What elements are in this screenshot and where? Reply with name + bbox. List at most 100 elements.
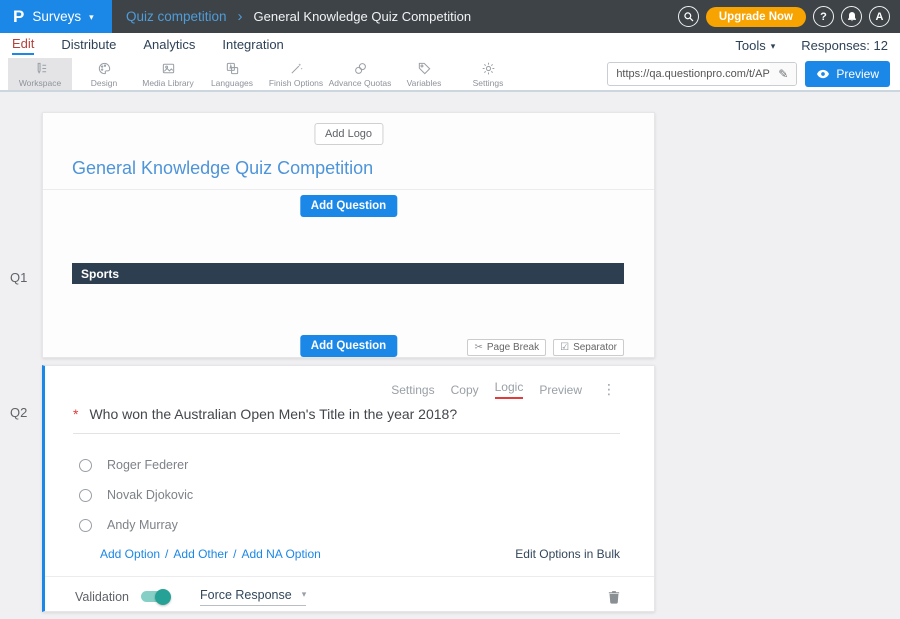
- chevron-right-icon: ›: [238, 8, 243, 25]
- preview-label: Preview: [836, 67, 879, 81]
- checkbox-icon: ☑: [560, 342, 569, 353]
- option-label[interactable]: Andy Murray: [107, 518, 178, 532]
- question-card-q2: Settings Copy Logic Preview ⋮ * Who won …: [42, 365, 655, 612]
- topbar-actions: Upgrade Now ? A: [678, 6, 890, 27]
- divider: [45, 576, 654, 577]
- section-nav: Edit Distribute Analytics Integration To…: [0, 33, 900, 58]
- breadcrumb-parent-link[interactable]: Quiz competition: [126, 9, 227, 24]
- tab-analytics[interactable]: Analytics: [143, 37, 195, 54]
- question-menu-preview[interactable]: Preview: [539, 383, 582, 397]
- question-number-q1: Q1: [10, 270, 27, 285]
- question-menu: Settings Copy Logic Preview ⋮: [391, 380, 616, 399]
- validation-toggle[interactable]: [141, 591, 168, 602]
- question-row: * Who won the Australian Open Men's Titl…: [73, 406, 457, 422]
- option-label[interactable]: Novak Djokovic: [107, 488, 193, 502]
- section-header-q1[interactable]: Sports: [72, 263, 624, 284]
- toggle-knob: [155, 589, 171, 605]
- insert-controls: ✂ Page Break ☑ Separator: [467, 339, 624, 356]
- toolbar-item-label: Advance Quotas: [329, 78, 392, 88]
- nav-right: Tools ▾ Responses: 12: [735, 38, 888, 53]
- toolbar-item-workspace[interactable]: Workspace: [8, 58, 72, 90]
- page-break-button[interactable]: ✂ Page Break: [467, 339, 546, 356]
- validation-type-dropdown[interactable]: Force Response ▾: [200, 588, 306, 606]
- caret-down-icon: ▾: [302, 589, 307, 600]
- more-options-icon[interactable]: ⋮: [602, 381, 616, 398]
- radio-button[interactable]: [79, 519, 92, 532]
- question-text[interactable]: Who won the Australian Open Men's Title …: [89, 406, 457, 422]
- tools-label: Tools: [735, 38, 765, 53]
- question-menu-logic[interactable]: Logic: [495, 380, 524, 399]
- add-question-button-bottom[interactable]: Add Question: [300, 335, 397, 357]
- toolbar-item-label: Settings: [473, 78, 504, 88]
- delete-question-button[interactable]: [608, 590, 620, 604]
- product-menu[interactable]: P Surveys ▾: [0, 0, 112, 33]
- product-label: Surveys: [32, 9, 81, 24]
- notifications-button[interactable]: [841, 6, 862, 27]
- radio-button[interactable]: [79, 489, 92, 502]
- option-label[interactable]: Roger Federer: [107, 458, 188, 472]
- edit-options-in-bulk-link[interactable]: Edit Options in Bulk: [515, 547, 620, 561]
- validation-type-value: Force Response: [200, 588, 292, 602]
- toolbar-item-label: Variables: [407, 78, 442, 88]
- separator-button[interactable]: ☑ Separator: [553, 339, 624, 356]
- survey-title[interactable]: General Knowledge Quiz Competition: [72, 158, 373, 179]
- gear-icon: [481, 61, 496, 76]
- toolbar-item-design[interactable]: Design: [72, 58, 136, 90]
- breadcrumb: Quiz competition › General Knowledge Qui…: [126, 8, 471, 25]
- add-other-link[interactable]: Add Other: [173, 547, 228, 561]
- image-icon: [161, 61, 176, 76]
- required-asterisk: *: [73, 406, 78, 422]
- preview-button[interactable]: Preview: [805, 61, 890, 87]
- tab-edit[interactable]: Edit: [12, 36, 34, 55]
- add-question-button-top[interactable]: Add Question: [300, 195, 397, 217]
- tools-menu[interactable]: Tools ▾: [735, 38, 775, 53]
- toolbar-item-media-library[interactable]: Media Library: [136, 58, 200, 90]
- toolbar-item-settings[interactable]: Settings: [456, 58, 520, 90]
- validation-label: Validation: [75, 590, 129, 604]
- add-logo-button[interactable]: Add Logo: [314, 123, 383, 145]
- pencil-icon: ✎: [778, 67, 788, 81]
- add-option-link[interactable]: Add Option: [100, 547, 160, 561]
- caret-down-icon: ▾: [771, 41, 776, 52]
- workspace-icon: [33, 61, 48, 76]
- chain-links-icon: [353, 61, 368, 76]
- caret-down-icon: ▾: [89, 12, 94, 23]
- translate-icon: [225, 61, 240, 76]
- trash-icon: [608, 590, 620, 604]
- top-bar: P Surveys ▾ Quiz competition › General K…: [0, 0, 900, 33]
- page-break-label: Page Break: [487, 342, 539, 353]
- responses-link[interactable]: Responses: 12: [801, 38, 888, 53]
- validation-row: Validation Force Response ▾: [75, 583, 624, 610]
- help-button[interactable]: ?: [813, 6, 834, 27]
- search-button[interactable]: [678, 6, 699, 27]
- editor-toolbar: Workspace Design Media Library Languages…: [0, 58, 900, 92]
- edit-url-button[interactable]: ✎: [770, 62, 796, 86]
- tab-integration[interactable]: Integration: [222, 37, 283, 54]
- divider: [43, 189, 654, 190]
- question-menu-copy[interactable]: Copy: [451, 383, 479, 397]
- toolbar-item-label: Finish Options: [269, 78, 323, 88]
- toolbar-item-label: Workspace: [19, 78, 61, 88]
- option-row: Andy Murray: [79, 510, 193, 540]
- survey-card: Add Logo General Knowledge Quiz Competit…: [42, 112, 655, 358]
- avatar[interactable]: A: [869, 6, 890, 27]
- toolbar-item-variables[interactable]: Variables: [392, 58, 456, 90]
- toolbar-right: ✎ Preview: [607, 58, 900, 90]
- toolbar-item-advance-quotas[interactable]: Advance Quotas: [328, 58, 392, 90]
- question-number-q2: Q2: [10, 405, 27, 420]
- survey-url-input[interactable]: [608, 68, 770, 80]
- upgrade-button[interactable]: Upgrade Now: [706, 7, 806, 27]
- avatar-initial: A: [876, 11, 884, 23]
- toolbar-item-languages[interactable]: Languages: [200, 58, 264, 90]
- question-menu-settings[interactable]: Settings: [391, 383, 434, 397]
- option-row: Novak Djokovic: [79, 480, 193, 510]
- toolbar-item-finish-options[interactable]: Finish Options: [264, 58, 328, 90]
- slash-separator: /: [233, 547, 236, 561]
- answer-options: Roger Federer Novak Djokovic Andy Murray: [79, 450, 193, 540]
- survey-url-box: ✎: [607, 62, 797, 86]
- bell-icon: [846, 11, 858, 23]
- eye-icon: [816, 69, 830, 79]
- radio-button[interactable]: [79, 459, 92, 472]
- add-na-option-link[interactable]: Add NA Option: [241, 547, 320, 561]
- tab-distribute[interactable]: Distribute: [61, 37, 116, 54]
